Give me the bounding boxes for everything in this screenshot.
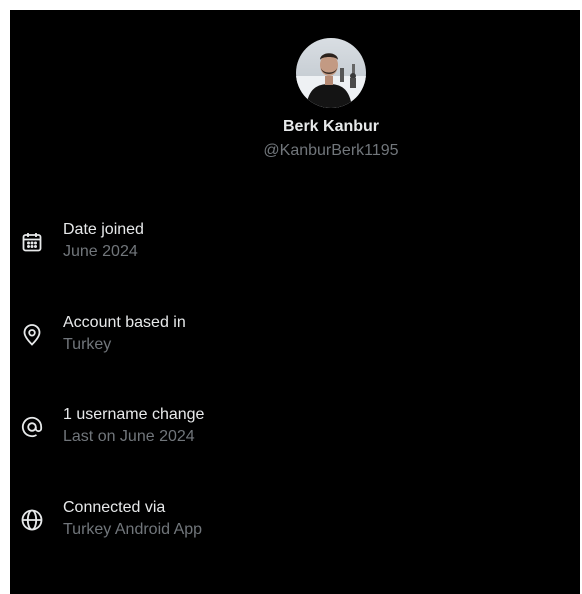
row-connected-via: Connected via Turkey Android App <box>10 498 570 544</box>
row-title: Account based in <box>63 314 186 331</box>
globe-icon <box>20 508 44 532</box>
avatar[interactable] <box>296 38 366 108</box>
row-account-based-in: Account based in Turkey <box>10 313 570 359</box>
row-subtitle: Last on June 2024 <box>63 428 195 445</box>
row-title: Date joined <box>63 221 144 238</box>
about-account-panel: Berk Kanbur @KanburBerk1195 Date joined … <box>10 10 580 594</box>
profile-name: Berk Kanbur <box>282 118 380 135</box>
row-title: Connected via <box>63 499 166 516</box>
calendar-icon <box>20 230 44 254</box>
row-title: 1 username change <box>63 406 205 423</box>
row-username-change: 1 username change Last on June 2024 <box>10 405 570 451</box>
row-subtitle: Turkey <box>63 336 112 353</box>
profile-handle: @KanburBerk1195 <box>263 142 399 159</box>
at-sign-icon <box>20 415 44 439</box>
row-subtitle: Turkey Android App <box>63 521 203 538</box>
location-pin-icon <box>20 323 44 347</box>
row-subtitle: June 2024 <box>63 243 138 260</box>
row-date-joined: Date joined June 2024 <box>10 220 570 266</box>
